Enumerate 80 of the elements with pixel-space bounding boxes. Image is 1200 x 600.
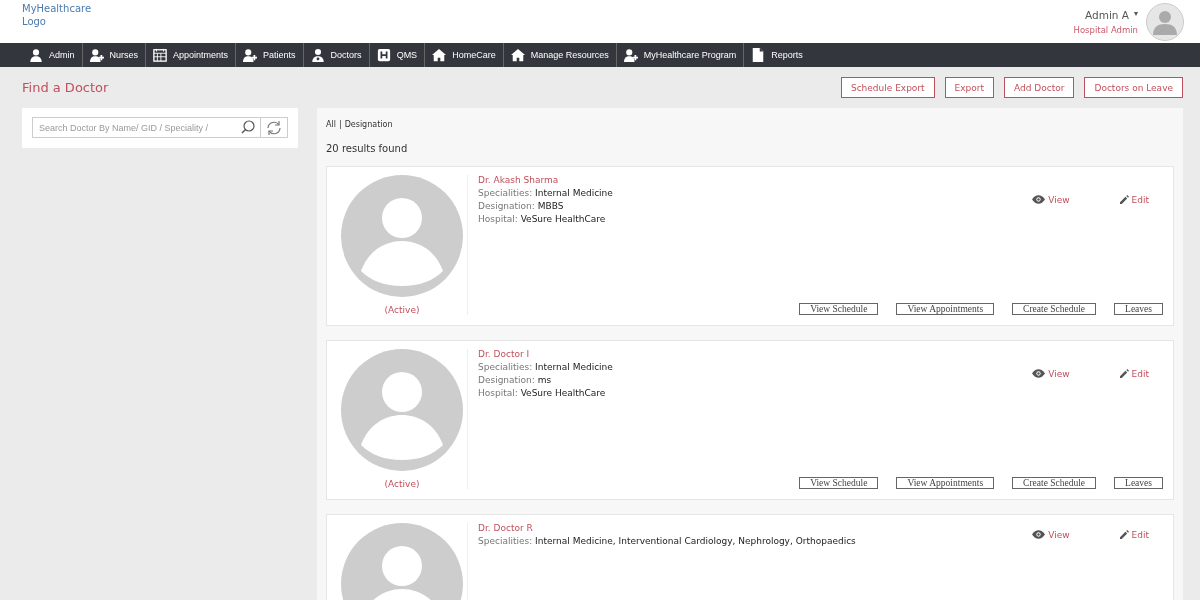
separator-text: | [338,120,342,129]
doctor-name-link[interactable]: Dr. Doctor R [478,523,856,533]
card-action-button[interactable]: View Schedule [799,477,879,489]
card-action-button[interactable]: Leaves [1114,477,1163,489]
toolbar-button[interactable]: Doctors on Leave [1084,77,1183,98]
card-action-button[interactable]: View Appointments [896,303,995,315]
brand-link[interactable]: MyHealthcare [22,3,92,14]
eye-icon [1032,369,1046,378]
nav-item[interactable]: Reports [744,43,810,67]
nav-item[interactable]: Admin [22,43,83,67]
nav-item[interactable]: Manage Resources [503,43,617,67]
avatar-icon[interactable] [1146,2,1184,41]
field-value: Internal Medicine [535,188,613,198]
filter-link[interactable]: Designation [344,120,393,129]
doctor-name-link[interactable]: Dr. Doctor I [478,349,613,359]
search-icon[interactable] [241,120,255,134]
page-title: Find a Doctor [22,80,109,95]
user-icon [29,48,43,62]
field-value: Internal Medicine [535,362,613,372]
home-icon [432,48,447,62]
user-plus-icon [243,48,258,62]
refresh-icon [266,119,282,136]
edit-link[interactable]: Edit [1119,349,1149,398]
filter-link[interactable]: All [326,120,336,129]
card-action-button[interactable]: Create Schedule [1012,303,1097,315]
nav-item[interactable]: Appointments [146,43,237,67]
eye-icon [1032,530,1046,539]
card-action-button[interactable]: View Appointments [896,477,995,489]
view-link[interactable]: View [1032,523,1070,546]
field-value: MBBS [537,201,564,211]
nav-item[interactable]: QMS [369,43,426,67]
field-label: Designation: [478,375,535,385]
card-action-button[interactable]: View Schedule [799,303,879,315]
edit-link[interactable]: Edit [1119,523,1149,546]
status-text: (Active) [384,305,420,315]
file-icon [751,48,766,62]
pencil-icon [1119,369,1129,378]
caret-icon[interactable]: ▾ [1134,8,1138,21]
doctor-icon [310,48,325,62]
view-link[interactable]: View [1032,349,1070,398]
user-plus-icon [89,48,104,62]
eye-icon [1032,195,1046,204]
field-value: Internal Medicine, Interventional Cardiology, Nephrology, Orthopaedics [535,536,856,546]
user-plus-icon [623,48,638,62]
pencil-icon [1119,195,1129,204]
search-field[interactable]: Search Doctor By Name/ GID / Speciality / [32,117,261,138]
nav-item[interactable]: Patients [236,43,304,67]
field-value: VeSure HealthCare [520,388,606,398]
card-action-button[interactable]: Create Schedule [1012,477,1097,489]
toolbar-button[interactable]: Export [944,77,995,98]
home-icon [510,48,525,62]
field-value: ms [537,375,552,385]
field-label: Hospital: [478,388,518,398]
toolbar-button[interactable]: Schedule Export [840,77,935,98]
avatar-placeholder-icon [341,175,463,297]
hospital-icon [376,48,391,62]
field-label: Specialities: [478,362,533,372]
calendar-icon [153,48,168,62]
refresh-button[interactable] [261,117,288,138]
user-role: Hospital Admin [1073,24,1138,35]
status-text: (Active) [384,479,420,489]
field-label: Specialities: [478,188,533,198]
field-label: Specialities: [478,536,533,546]
avatar-placeholder-icon [341,349,463,471]
toolbar-button[interactable]: Add Doctor [1004,77,1075,98]
doctor-name-link[interactable]: Dr. Akash Sharma [478,175,613,185]
field-label: Designation: [478,201,535,211]
nav-item[interactable]: MyHealthcare Program [616,43,745,67]
nav-item[interactable]: Nurses [82,43,147,67]
field-value: VeSure HealthCare [520,214,606,224]
user-name[interactable]: Admin A [1085,8,1129,21]
edit-link[interactable]: Edit [1119,175,1149,224]
nav-item[interactable]: HomeCare [425,43,504,67]
results-count: 20 results found [326,143,409,154]
nav-item[interactable]: Doctors [303,43,370,67]
field-label: Hospital: [478,214,518,224]
pencil-icon [1119,530,1129,539]
view-link[interactable]: View [1032,175,1070,224]
card-action-button[interactable]: Leaves [1114,303,1163,315]
logo-link[interactable]: Logo [22,16,92,27]
